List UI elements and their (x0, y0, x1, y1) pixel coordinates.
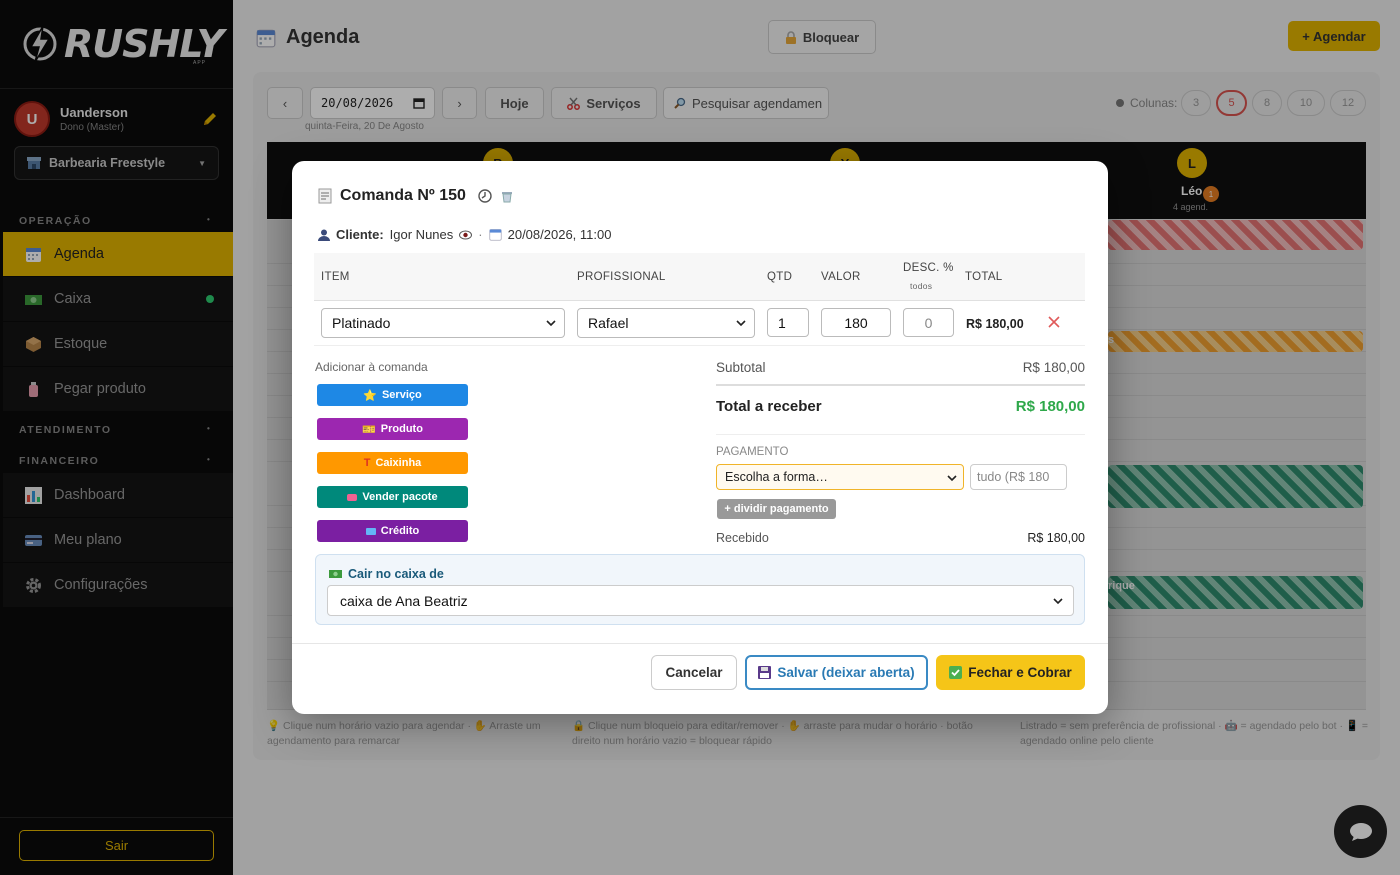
valor-input[interactable]: 180 (821, 308, 891, 337)
items-table-header: ITEM PROFISSIONAL QTD VALOR DESC. % todo… (314, 253, 1085, 301)
professional-select[interactable]: Rafael (577, 308, 755, 338)
close-icon[interactable] (1047, 315, 1061, 329)
divider (716, 434, 1085, 435)
check-icon (949, 666, 963, 679)
total-receber-label: Total a receber (716, 398, 822, 415)
vender-pacote-button[interactable]: Vender pacote (317, 486, 468, 508)
add-credito-label: Crédito (380, 525, 420, 537)
divider (716, 384, 1085, 386)
recebido-value: R$ 180,00 (1027, 531, 1085, 545)
chevron-down-icon (1053, 598, 1063, 605)
add-credito-button[interactable]: Crédito (317, 520, 468, 542)
modal-title: Comanda Nº 150 (318, 187, 514, 205)
client-name: Igor Nunes (389, 227, 454, 242)
item-value: Platinado (332, 315, 391, 331)
receipt-icon (318, 188, 332, 204)
pagamento-label: PAGAMENTO (716, 446, 789, 458)
split-payment-button[interactable]: + dividir pagamento (717, 499, 836, 519)
item-select[interactable]: Platinado (321, 308, 565, 338)
add-servico-button[interactable]: ⭐ Serviço (317, 384, 468, 406)
subtotal-line: Subtotal R$ 180,00 (716, 360, 1085, 375)
payment-amount-input[interactable]: tudo (R$ 180 (970, 464, 1067, 490)
clock-icon[interactable] (478, 189, 492, 203)
col-desc: DESC. % (903, 262, 954, 274)
quantity-input[interactable]: 1 (767, 308, 809, 337)
recebido-label: Recebido (716, 531, 769, 545)
add-caixinha-button[interactable]: T Caixinha (317, 452, 468, 474)
caixa-value: caixa de Ana Beatriz (340, 592, 468, 609)
save-open-label: Salvar (deixar aberta) (777, 665, 915, 680)
client-info: Cliente: Igor Nunes · 20/08/2026, 11:00 (318, 227, 611, 242)
card-icon (365, 527, 376, 535)
save-open-button[interactable]: Salvar (deixar aberta) (745, 655, 928, 690)
ticket-icon (347, 493, 358, 501)
client-label: Cliente: (336, 227, 384, 242)
fechar-cobrar-label: Fechar e Cobrar (968, 665, 1072, 680)
total-receber-value: R$ 180,00 (1015, 398, 1085, 415)
tip-icon: T (363, 457, 371, 469)
divider (314, 345, 1085, 346)
separator-dot: · (478, 227, 483, 242)
cancel-button[interactable]: Cancelar (651, 655, 737, 690)
chevron-down-icon (546, 320, 556, 327)
modal-title-text: Comanda Nº 150 (340, 187, 466, 204)
professional-value: Rafael (588, 315, 629, 331)
divider (292, 643, 1108, 644)
desconto-input[interactable]: 0 (903, 308, 954, 337)
payment-method-value: Escolha a forma… (725, 470, 828, 484)
chevron-down-icon (947, 475, 957, 482)
col-total: TOTAL (965, 271, 1003, 283)
money-icon (329, 570, 342, 578)
user-icon (318, 229, 330, 241)
comanda-modal: Comanda Nº 150 Cliente: Igor Nunes · 20/… (292, 161, 1108, 714)
caixa-title-text: Cair no caixa de (348, 567, 444, 581)
fechar-cobrar-button[interactable]: Fechar e Cobrar (936, 655, 1085, 690)
recebido-line: Recebido R$ 180,00 (716, 531, 1085, 545)
col-valor: VALOR (821, 271, 861, 283)
calendar-icon (488, 229, 502, 241)
desc-todos-link[interactable]: todos (910, 281, 932, 291)
add-caixinha-label: Caixinha (375, 457, 422, 469)
payment-method-select[interactable]: Escolha a forma… (716, 464, 964, 490)
floppy-icon (758, 666, 772, 679)
subtotal-value: R$ 180,00 (1022, 360, 1085, 375)
chevron-down-icon (736, 320, 746, 327)
eye-icon[interactable] (459, 230, 473, 240)
add-produto-label: Produto (380, 423, 423, 435)
star-icon: ⭐ (363, 389, 377, 402)
subtotal-label: Subtotal (716, 360, 766, 375)
add-produto-button[interactable]: 🎫 Produto (317, 418, 468, 440)
total-receber-line: Total a receber R$ 180,00 (716, 398, 1085, 415)
col-qtd: QTD (767, 271, 793, 283)
add-servico-label: Serviço (381, 389, 422, 401)
add-label: Adicionar à comanda (315, 360, 428, 374)
caixa-title: Cair no caixa de (329, 567, 444, 581)
appointment-datetime: 20/08/2026, 11:00 (507, 227, 612, 242)
caixa-select[interactable]: caixa de Ana Beatriz (327, 585, 1074, 616)
trash-icon[interactable] (500, 189, 514, 203)
caixa-box: Cair no caixa de caixa de Ana Beatriz (315, 554, 1085, 625)
product-icon: 🎫 (362, 423, 376, 436)
col-profissional: PROFISSIONAL (577, 271, 666, 283)
col-item: ITEM (321, 271, 350, 283)
row-total: R$ 180,00 (966, 317, 1024, 331)
vender-pacote-label: Vender pacote (362, 491, 438, 503)
